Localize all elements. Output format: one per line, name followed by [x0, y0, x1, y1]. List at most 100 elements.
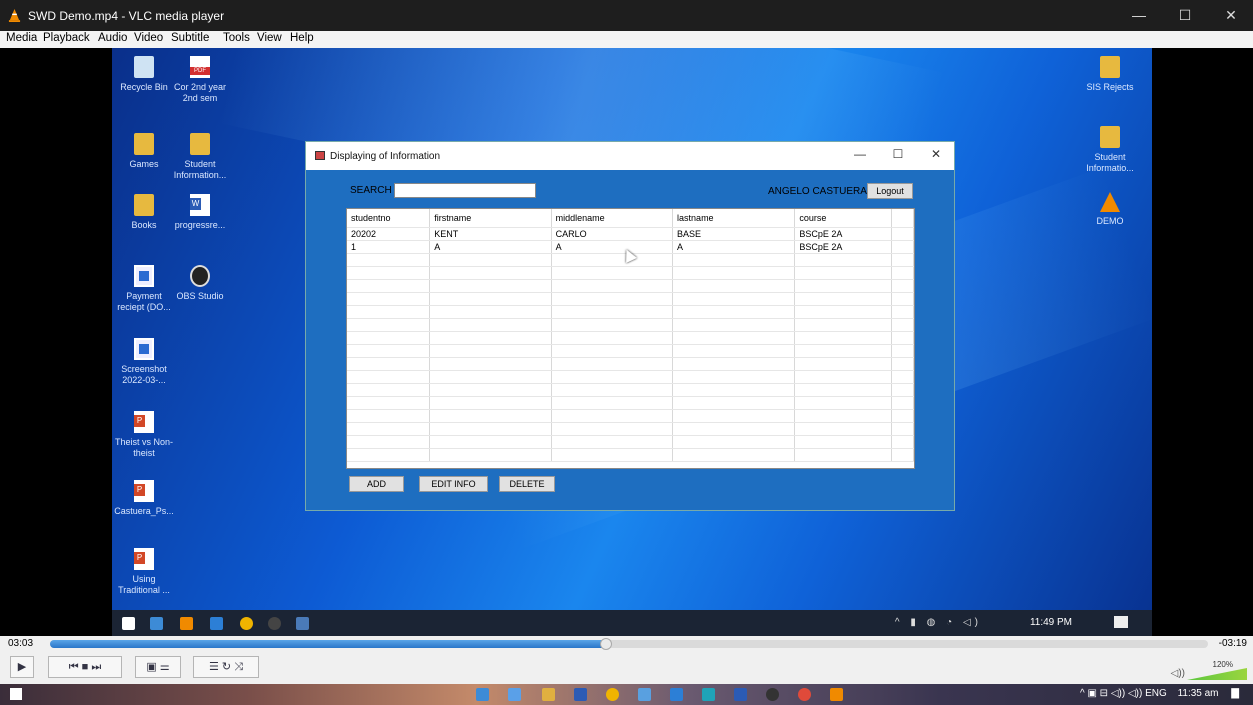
seek-bar[interactable] [50, 638, 1208, 650]
minimize-button[interactable]: — [1116, 0, 1162, 31]
notification-icon[interactable] [1114, 616, 1128, 628]
desktop-icon-payment[interactable]: Payment reciept (DO... [112, 265, 176, 313]
chrome-icon[interactable] [240, 617, 253, 630]
desktop-icon-sis-rejects[interactable]: SIS Rejects [1078, 56, 1142, 93]
cell-firstname[interactable]: KENT [429, 227, 552, 241]
language-indicator[interactable]: ENG [1145, 688, 1167, 699]
add-button[interactable]: ADD [349, 476, 404, 492]
chrome-icon[interactable] [606, 688, 619, 701]
cell-empty [794, 253, 893, 267]
cell-firstname[interactable]: A [429, 240, 552, 254]
cell-empty [429, 370, 552, 384]
taskbar-app-icon[interactable] [508, 688, 521, 701]
maximize-button[interactable]: ☐ [1162, 0, 1208, 31]
cell-empty [794, 409, 893, 423]
media-nav-buttons[interactable]: ⏮ ■ ⏭ [48, 656, 122, 678]
app-maximize-button[interactable]: ☐ [888, 147, 908, 161]
volume-slider[interactable] [1187, 668, 1247, 680]
vlc-cone-icon [8, 9, 21, 22]
tray-icons[interactable]: ^ ▣ ⊟ ◁)) ◁)) [1080, 688, 1145, 699]
menu-subtitle[interactable]: Subtitle [171, 32, 209, 44]
play-button[interactable]: ▶ [10, 656, 34, 678]
menu-video[interactable]: Video [134, 32, 163, 44]
cell-studentno[interactable]: 1 [347, 240, 431, 254]
cell-course[interactable]: BSCpE 2A [794, 240, 893, 254]
close-button[interactable]: ✕ [1208, 0, 1253, 31]
column-header-studentno[interactable]: studentno [347, 209, 431, 228]
cell-empty [672, 435, 796, 449]
taskbar-app-icon[interactable] [476, 688, 489, 701]
cell-middlename[interactable]: A [551, 240, 674, 254]
menu-audio[interactable]: Audio [98, 32, 127, 44]
taskbar-app-icon[interactable] [638, 688, 651, 701]
edit-info-button[interactable]: EDIT INFO [419, 476, 488, 492]
obs-icon[interactable] [766, 688, 779, 701]
playlist-loop-shuffle-buttons[interactable]: ☰ ↻ ⤨ [193, 656, 259, 678]
column-header-middlename[interactable]: middlename [551, 209, 674, 228]
obs-icon[interactable] [268, 617, 281, 630]
fullscreen-eq-buttons[interactable]: ▣ ⚌ [135, 656, 181, 678]
cell-empty [551, 253, 674, 267]
delete-button[interactable]: DELETE [499, 476, 555, 492]
column-header-lastname[interactable]: lastname [672, 209, 796, 228]
search-input[interactable] [394, 183, 536, 198]
word-icon[interactable] [574, 688, 587, 701]
cell-empty [891, 318, 914, 332]
menu-view[interactable]: View [257, 32, 282, 44]
desktop-icon-obs[interactable]: OBS Studio [168, 265, 232, 302]
desktop-icon-recycle-bin[interactable]: Recycle Bin [112, 56, 176, 93]
desktop-icon-demo[interactable]: DEMO [1078, 190, 1142, 227]
table-row-empty [347, 396, 914, 410]
desktop-icon-theist[interactable]: Theist vs Non-theist [112, 411, 176, 459]
taskbar-app-icon[interactable] [734, 688, 747, 701]
system-tray-icons[interactable]: ^ ▮ ◍ ◔ ◁) [895, 617, 982, 628]
video-area[interactable]: Recycle Bin Cor 2nd year 2nd sem Games S… [112, 48, 1152, 636]
cell-lastname[interactable]: A [672, 240, 796, 254]
menu-playback[interactable]: Playback [43, 32, 90, 44]
cell-studentno[interactable]: 20202 [347, 227, 431, 241]
column-header-firstname[interactable]: firstname [429, 209, 552, 228]
cell-lastname[interactable]: BASE [672, 227, 796, 241]
desktop-icon-games[interactable]: Games [112, 133, 176, 170]
desktop-icon-screenshot[interactable]: Screenshot 2022-03-... [112, 338, 176, 386]
logout-button[interactable]: Logout [867, 183, 913, 199]
taskbar-app-icon[interactable] [542, 688, 555, 701]
desktop-icon-progress[interactable]: progressre... [168, 194, 232, 231]
app-close-button[interactable]: ✕ [926, 147, 946, 161]
desktop-icon-student-informatio[interactable]: Student Informatio... [1078, 126, 1142, 174]
menu-help[interactable]: Help [290, 32, 314, 44]
cell-empty [429, 253, 552, 267]
visual-studio-icon[interactable] [296, 617, 309, 630]
menu-tools[interactable]: Tools [223, 32, 250, 44]
taskbar-app-icon[interactable] [670, 688, 683, 701]
windows-start-icon[interactable] [122, 617, 135, 630]
vlc-icon[interactable] [830, 688, 843, 701]
table-row[interactable]: 20202 KENT CARLO BASE BSCpE 2A [347, 227, 914, 241]
table-row-empty [347, 279, 914, 293]
chrome-icon[interactable] [798, 688, 811, 701]
cell-empty [794, 305, 893, 319]
column-header-course[interactable]: course [794, 209, 893, 228]
cell-course[interactable]: BSCpE 2A [794, 227, 893, 241]
windows-start-icon[interactable] [10, 688, 22, 700]
desktop-icon-student-info[interactable]: Student Information... [168, 133, 232, 181]
vlc-icon[interactable] [180, 617, 193, 630]
desktop-icon-castuera[interactable]: Castuera_Ps... [112, 480, 176, 517]
app-minimize-button[interactable]: — [850, 147, 870, 161]
table-row-empty [347, 305, 914, 319]
word-doc-icon [190, 194, 210, 216]
seek-handle[interactable] [599, 638, 612, 650]
taskbar-app-icon[interactable] [150, 617, 163, 630]
host-system-tray[interactable]: ^ ▣ ⊟ ◁)) ◁)) ENG 11:35 am ▇ [1080, 688, 1239, 699]
cell-empty [794, 422, 893, 436]
vscode-icon[interactable] [210, 617, 223, 630]
desktop-icon-pdf[interactable]: Cor 2nd year 2nd sem [168, 56, 232, 104]
cell-middlename[interactable]: CARLO [551, 227, 674, 241]
cell-empty [794, 370, 893, 384]
volume-icon[interactable]: ◁)) [1171, 668, 1185, 679]
taskbar-app-icon[interactable] [702, 688, 715, 701]
desktop-icon-books[interactable]: Books [112, 194, 176, 231]
notification-icon[interactable]: ▇ [1231, 688, 1239, 699]
menu-media[interactable]: Media [6, 32, 37, 44]
desktop-icon-using-traditional[interactable]: Using Traditional ... [112, 548, 176, 596]
